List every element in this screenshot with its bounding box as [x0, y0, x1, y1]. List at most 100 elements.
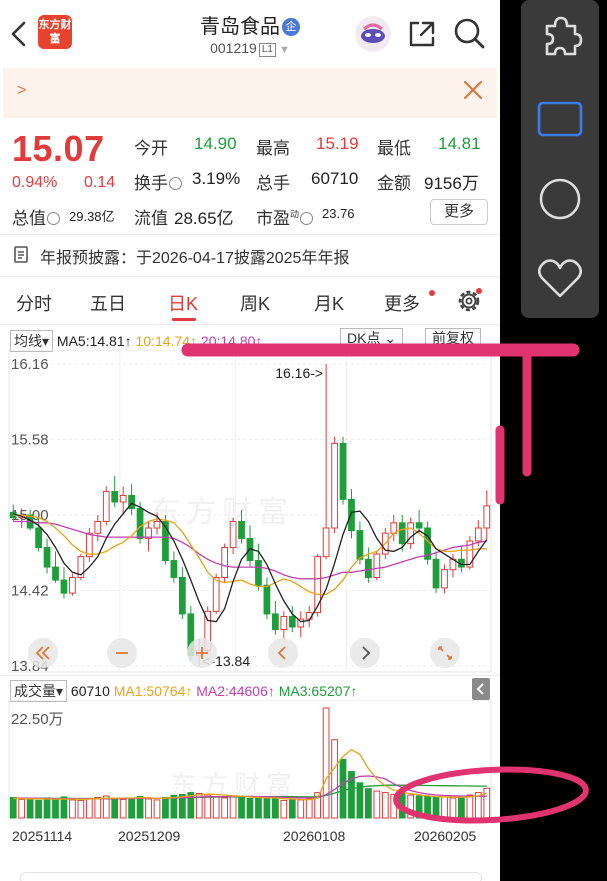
- volume-bar: [305, 797, 313, 819]
- info-icon: [169, 177, 182, 190]
- puzzle-icon[interactable]: [535, 14, 585, 60]
- candle-body: [35, 527, 42, 549]
- market-level-tag: L1: [258, 43, 276, 57]
- volume-bar: [246, 797, 254, 819]
- volume-value: 60710: [70, 683, 110, 699]
- candle-body: [339, 442, 347, 500]
- dk-point-button[interactable]: DK点 ⌄: [340, 328, 404, 348]
- amount-label: 金额: [377, 174, 411, 193]
- tab-more[interactable]: 更多: [384, 290, 420, 316]
- x-tick-label: 20251114: [12, 828, 73, 844]
- pe-label[interactable]: 市盈动: [256, 204, 314, 229]
- vol-ma1-text: MA1:50764: [113, 683, 186, 699]
- volume-bar: [255, 796, 262, 819]
- search-icon[interactable]: [452, 16, 486, 50]
- top-bar: 东方财富 青岛食品企 001219 L1 ▼: [0, 0, 500, 68]
- candle-body: [280, 616, 288, 631]
- max-price-label: 16.16->: [275, 365, 323, 381]
- close-icon[interactable]: [461, 78, 485, 102]
- vol-ma3-text: MA3:65207: [278, 683, 351, 699]
- y-tick-label: 15.58: [11, 432, 49, 449]
- volume-bar: [18, 798, 26, 819]
- volume-chart[interactable]: 22.50万: [0, 700, 500, 825]
- circle-icon[interactable]: [535, 176, 585, 222]
- candle-body: [322, 527, 330, 558]
- candle-body: [288, 616, 296, 628]
- tab-monthly-k[interactable]: 月K: [314, 290, 344, 316]
- change-amount: 0.14: [84, 174, 116, 191]
- candle-body: [432, 558, 440, 589]
- volume-bar: [271, 798, 279, 819]
- volume-bar: [145, 798, 152, 819]
- share-icon[interactable]: [406, 18, 438, 50]
- volume-bar: [238, 796, 245, 819]
- ma20-value: 20:14.80↑: [200, 333, 263, 349]
- high-value: 15.19: [316, 134, 359, 153]
- volume-selector[interactable]: 成交量▾: [10, 680, 68, 702]
- candle-body: [314, 556, 322, 614]
- stock-detail-screen: 东方财富 青岛食品企 001219 L1 ▼ > 15.07 0.94% 0.14: [0, 0, 500, 881]
- candle-body: [415, 522, 423, 529]
- candle-body: [52, 566, 59, 581]
- candle-body: [398, 522, 406, 545]
- candle-body: [119, 494, 127, 503]
- indicator-selector[interactable]: 均线▾: [10, 330, 54, 352]
- tab-daily-k[interactable]: 日K: [168, 290, 198, 316]
- volume-bar: [339, 758, 347, 819]
- vol-ma3: MA3:65207↑: [278, 683, 358, 699]
- scroll-left-button[interactable]: [268, 638, 298, 668]
- gear-icon[interactable]: [456, 288, 482, 314]
- volume-selector-text: 成交量: [14, 683, 56, 699]
- candle-body: [263, 584, 271, 615]
- candlestick-chart[interactable]: 16.1615.5815.0014.4213.8416.16-><-13.84: [0, 350, 500, 675]
- last-price: 15.07: [12, 128, 105, 169]
- fullscreen-button[interactable]: [430, 638, 460, 668]
- candle-body: [365, 558, 372, 578]
- rectangle-icon[interactable]: [535, 97, 585, 143]
- ma10-value: 10:14.74↑: [135, 333, 198, 349]
- volume-bar: [415, 795, 423, 819]
- scroll-start-button[interactable]: [28, 638, 58, 668]
- collapse-button[interactable]: [472, 678, 490, 700]
- zoom-in-button[interactable]: [187, 638, 217, 668]
- volume-bar: [128, 797, 135, 819]
- bottom-card: [20, 872, 482, 881]
- candle-body: [136, 507, 144, 539]
- zoom-out-button[interactable]: [107, 638, 137, 668]
- candle-body: [229, 521, 237, 549]
- volume-bar: [153, 799, 161, 819]
- chevron-left-icon: [277, 646, 286, 660]
- amount-value: 9156万: [424, 174, 479, 193]
- minus-icon: [116, 652, 128, 654]
- turnover-label-text: 换手: [134, 174, 168, 193]
- report-notice[interactable]: 年报预披露：于2026-04-17披露2025年年报: [40, 244, 349, 268]
- turnover-label[interactable]: 换手: [134, 169, 182, 194]
- volume-bar: [483, 787, 491, 819]
- tab-five-day[interactable]: 五日: [90, 290, 126, 316]
- scroll-right-button[interactable]: [350, 638, 380, 668]
- candle-body: [178, 576, 186, 615]
- notice-bar[interactable]: >: [3, 68, 497, 118]
- mktcap-label[interactable]: 总值: [12, 204, 60, 229]
- tab-intraday[interactable]: 分时: [16, 290, 52, 316]
- mktcap-value: 29.38亿: [69, 209, 115, 224]
- candle-body: [271, 613, 279, 631]
- more-quote-button[interactable]: 更多: [430, 199, 488, 225]
- candle-body: [60, 579, 68, 594]
- vol-ma2: MA2:44606↑: [196, 683, 275, 699]
- volume-bar: [35, 799, 42, 819]
- new-dot: [429, 290, 435, 296]
- notice-arrow: >: [17, 82, 27, 99]
- expand-icon: [438, 646, 452, 660]
- heart-icon[interactable]: [535, 255, 585, 301]
- low-label: 最低: [377, 139, 411, 158]
- volume-max-label: 22.50万: [11, 711, 64, 728]
- change-percent: 0.94%: [12, 174, 58, 191]
- tab-weekly-k[interactable]: 周K: [240, 290, 270, 316]
- dk-point-text: DK点: [347, 330, 381, 346]
- y-tick-label: 16.16: [11, 356, 49, 373]
- adjust-mode-button[interactable]: 前复权: [425, 328, 481, 348]
- assistant-avatar-icon[interactable]: [355, 16, 391, 52]
- volume-bar: [170, 795, 178, 819]
- volume-bar: [449, 797, 457, 819]
